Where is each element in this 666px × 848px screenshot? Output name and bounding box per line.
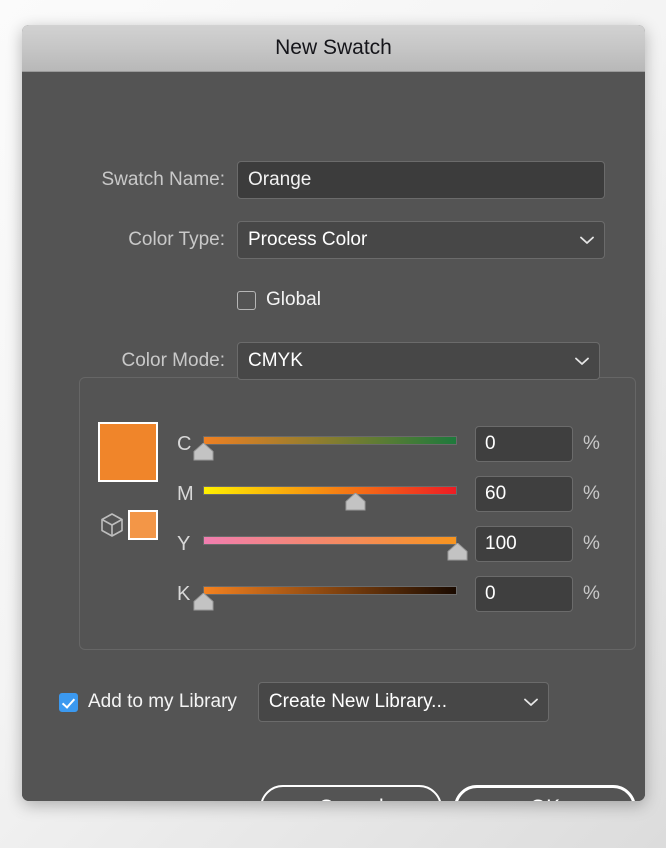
cancel-button-label: Cancel [318,796,383,801]
ok-button-label: OK [530,796,560,801]
color-mode-label: Color Mode: [57,350,225,372]
library-row: Add to my Library Create New Library... [59,682,549,722]
dialog-titlebar: New Swatch [22,25,645,72]
add-to-library-checkbox[interactable] [59,693,78,712]
channel-slider-y[interactable] [203,529,457,559]
desktop-background: New Swatch Swatch Name: Color Type: Proc… [0,0,666,848]
3d-cube-icon [100,512,124,538]
channel-value-m[interactable] [475,476,573,512]
channel-value-y[interactable] [475,526,573,562]
color-mode-value: CMYK [248,350,569,372]
color-preview-swatch[interactable] [98,422,158,482]
slider-row-c: C % [177,424,600,464]
channel-unit-c: % [583,433,600,455]
slider-row-k: K % [177,574,600,614]
color-mode-row: Color Mode: CMYK [57,342,613,380]
swatch-name-label: Swatch Name: [57,169,225,191]
color-type-label: Color Type: [57,229,225,251]
cancel-button[interactable]: Cancel [260,785,442,801]
dialog-body: Swatch Name: Color Type: Process Color G… [22,72,645,801]
slider-track-m[interactable] [203,486,457,495]
channel-slider-c[interactable] [203,429,457,459]
ok-button[interactable]: OK [454,785,636,801]
global-checkbox-label: Global [266,289,321,311]
slider-thumb-c[interactable] [193,443,214,461]
library-select-value: Create New Library... [269,691,518,713]
slider-track-y[interactable] [203,536,457,545]
channel-unit-m: % [583,483,600,505]
swatch-name-input[interactable] [237,161,605,199]
slider-thumb-k[interactable] [193,593,214,611]
slider-row-m: M % [177,474,600,514]
slider-thumb-m[interactable] [345,493,366,511]
color-type-value: Process Color [248,229,574,251]
channel-slider-k[interactable] [203,579,457,609]
channel-unit-k: % [583,583,600,605]
slider-row-y: Y % [177,524,600,564]
slider-thumb-y[interactable] [447,543,468,561]
dialog-title: New Swatch [275,36,392,60]
chevron-down-icon [575,357,589,366]
color-type-select[interactable]: Process Color [237,221,605,259]
add-to-library-label: Add to my Library [88,691,237,713]
library-select[interactable]: Create New Library... [258,682,549,722]
chevron-down-icon [524,698,538,707]
channel-value-c[interactable] [475,426,573,462]
channel-label-m: M [177,483,203,506]
new-swatch-dialog: New Swatch Swatch Name: Color Type: Proc… [22,25,645,801]
global-checkbox-row[interactable]: Global [237,289,321,311]
color-mode-select[interactable]: CMYK [237,342,600,380]
color-type-row: Color Type: Process Color [57,221,613,259]
channel-unit-y: % [583,533,600,555]
chevron-down-icon [580,236,594,245]
library-color-swatch[interactable] [128,510,158,540]
channel-slider-m[interactable] [203,479,457,509]
global-checkbox[interactable] [237,291,256,310]
channel-value-k[interactable] [475,576,573,612]
slider-track-c[interactable] [203,436,457,445]
channel-label-y: Y [177,533,203,556]
swatch-name-row: Swatch Name: [57,161,613,199]
slider-track-k[interactable] [203,586,457,595]
